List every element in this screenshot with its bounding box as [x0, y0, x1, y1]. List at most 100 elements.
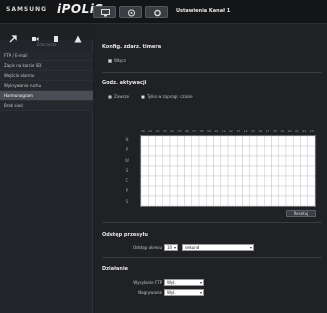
schedule-cell[interactable]: [169, 145, 178, 157]
schedule-cell[interactable]: [271, 136, 279, 147]
schedule-cell[interactable]: [249, 185, 258, 197]
schedule-cell[interactable]: [148, 155, 156, 167]
playback-button[interactable]: [119, 6, 142, 18]
schedule-cell[interactable]: [220, 155, 229, 167]
schedule-cell[interactable]: [293, 155, 301, 167]
schedule-cell[interactable]: [300, 195, 308, 206]
schedule-cell[interactable]: [300, 165, 308, 177]
schedule-cell[interactable]: [198, 185, 207, 197]
schedule-cell[interactable]: [278, 145, 287, 157]
schedule-cell[interactable]: [249, 136, 258, 147]
schedule-cell[interactable]: [271, 165, 279, 177]
schedule-cell[interactable]: [285, 185, 294, 197]
schedule-cell[interactable]: [271, 175, 279, 187]
schedule-cell[interactable]: [271, 155, 279, 167]
schedule-cell[interactable]: [293, 175, 301, 187]
schedule-cell[interactable]: [227, 175, 236, 187]
schedule-cell[interactable]: [162, 145, 171, 157]
schedule-cell[interactable]: [235, 136, 243, 147]
schedule-cell[interactable]: [155, 175, 163, 187]
schedule-cell[interactable]: [206, 145, 214, 157]
schedule-cell[interactable]: [256, 165, 265, 177]
sidebar-item-network-loss[interactable]: Brak sieci: [0, 101, 93, 111]
schedule-cell[interactable]: [278, 195, 287, 206]
schedule-cell[interactable]: [155, 155, 163, 167]
schedule-cell[interactable]: [300, 145, 308, 157]
schedule-cell[interactable]: [191, 155, 200, 167]
schedule-cell[interactable]: [206, 155, 214, 167]
schedule-cell[interactable]: [235, 165, 243, 177]
schedule-cell[interactable]: [278, 185, 287, 197]
schedule-cell[interactable]: [184, 165, 192, 177]
schedule-cell[interactable]: [307, 185, 315, 197]
schedule-cell[interactable]: [249, 195, 258, 206]
schedule-cell[interactable]: [184, 136, 192, 147]
schedule-cell[interactable]: [235, 175, 243, 187]
schedule-cell[interactable]: [227, 155, 236, 167]
interval-unit-select[interactable]: sekund: [182, 244, 254, 251]
schedule-cell[interactable]: [235, 185, 243, 197]
enable-checkbox[interactable]: [108, 59, 112, 63]
schedule-cell[interactable]: [271, 145, 279, 157]
schedule-cell[interactable]: [285, 195, 294, 206]
schedule-cell[interactable]: [293, 165, 301, 177]
schedule-cell[interactable]: [264, 175, 272, 187]
schedule-cell[interactable]: [191, 136, 200, 147]
schedule-cell[interactable]: [300, 185, 308, 197]
schedule-cell[interactable]: [264, 165, 272, 177]
schedule-cell[interactable]: [206, 185, 214, 197]
schedule-cell[interactable]: [198, 136, 207, 147]
schedule-cell[interactable]: [206, 195, 214, 206]
schedule-cell[interactable]: [141, 145, 149, 157]
schedule-cell[interactable]: [256, 136, 265, 147]
schedule-cell[interactable]: [227, 136, 236, 147]
schedule-cell[interactable]: [198, 145, 207, 157]
always-radio[interactable]: [108, 95, 112, 99]
schedule-cell[interactable]: [293, 145, 301, 157]
schedule-cell[interactable]: [285, 145, 294, 157]
schedule-cell[interactable]: [235, 195, 243, 206]
schedule-cell[interactable]: [256, 185, 265, 197]
schedule-cell[interactable]: [293, 136, 301, 147]
schedule-cell[interactable]: [278, 136, 287, 147]
video-icon[interactable]: [31, 28, 39, 41]
schedule-cell[interactable]: [169, 155, 178, 167]
sidebar-item-motion-detection[interactable]: Wykrywanie ruchu: [0, 81, 93, 91]
schedule-cell[interactable]: [169, 195, 178, 206]
schedule-cell[interactable]: [148, 136, 156, 147]
schedule-grid[interactable]: [140, 135, 316, 207]
schedule-cell[interactable]: [242, 136, 250, 147]
schedule-cell[interactable]: [141, 136, 149, 147]
schedule-cell[interactable]: [264, 185, 272, 197]
schedule-radio[interactable]: [141, 95, 145, 99]
schedule-cell[interactable]: [213, 195, 221, 206]
schedule-cell[interactable]: [220, 145, 229, 157]
reset-button[interactable]: Resetuj: [286, 210, 316, 217]
sidebar-item-schedule[interactable]: Harmonogram: [0, 91, 93, 101]
schedule-cell[interactable]: [227, 145, 236, 157]
schedule-cell[interactable]: [242, 165, 250, 177]
schedule-cell[interactable]: [300, 155, 308, 167]
schedule-cell[interactable]: [307, 165, 315, 177]
schedule-cell[interactable]: [155, 145, 163, 157]
schedule-cell[interactable]: [256, 175, 265, 187]
schedule-cell[interactable]: [148, 175, 156, 187]
schedule-cell[interactable]: [198, 175, 207, 187]
schedule-cell[interactable]: [249, 145, 258, 157]
schedule-cell[interactable]: [307, 136, 315, 147]
schedule-cell[interactable]: [220, 136, 229, 147]
schedule-cell[interactable]: [213, 165, 221, 177]
schedule-cell[interactable]: [264, 136, 272, 147]
schedule-cell[interactable]: [227, 165, 236, 177]
schedule-cell[interactable]: [141, 185, 149, 197]
schedule-cell[interactable]: [169, 185, 178, 197]
setup-button[interactable]: [145, 6, 168, 18]
schedule-cell[interactable]: [141, 175, 149, 187]
schedule-cell[interactable]: [213, 145, 221, 157]
schedule-cell[interactable]: [162, 185, 171, 197]
schedule-cell[interactable]: [155, 185, 163, 197]
schedule-cell[interactable]: [213, 136, 221, 147]
wrench-icon[interactable]: [9, 28, 17, 43]
schedule-cell[interactable]: [242, 145, 250, 157]
schedule-cell[interactable]: [249, 165, 258, 177]
